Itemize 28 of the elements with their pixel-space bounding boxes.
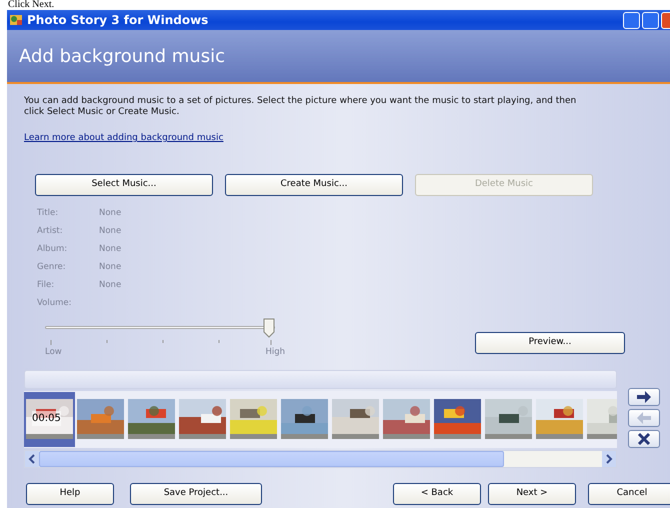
volume-label: Volume: <box>37 298 72 308</box>
duration-label: 00:05 <box>32 410 61 426</box>
field-value: None <box>99 207 122 220</box>
field-value: None <box>99 261 122 274</box>
footer-button[interactable]: Help <box>26 482 114 505</box>
field-value: None <box>99 225 122 238</box>
field-label: File: <box>37 279 56 292</box>
intro-text: You can add background music to a set of pictures. Select the picture where you want the music to start playing, and then click Select Music or Create Music. <box>24 96 578 118</box>
footer-button[interactable]: < Back <box>393 482 481 505</box>
footer-button[interactable]: Save Project... <box>130 482 262 505</box>
high-label: High <box>265 346 285 359</box>
caption-text: Click Next. <box>7 0 56 10</box>
field-label: Artist: <box>37 225 64 238</box>
low-label: Low <box>45 346 62 359</box>
music-button[interactable]: Create Music... <box>225 174 403 196</box>
field-label: Title: <box>37 207 60 220</box>
field-label: Album: <box>37 243 68 256</box>
field-label: Genre: <box>37 261 67 274</box>
filmstrip-thumbnail[interactable]: 00:05 <box>24 392 75 447</box>
field-value: None <box>99 243 122 256</box>
window-title: Photo Story 3 for Windows <box>27 12 208 29</box>
preview-button[interactable]: Preview... <box>475 332 625 354</box>
footer-button[interactable]: Cancel <box>588 482 670 505</box>
field-value: None <box>99 279 122 292</box>
learn-more-link[interactable]: Learn more about adding background music <box>24 132 224 146</box>
music-button[interactable]: Select Music... <box>35 174 213 196</box>
page-heading: Add background music <box>19 44 225 68</box>
footer-button[interactable]: Next > <box>488 482 576 505</box>
